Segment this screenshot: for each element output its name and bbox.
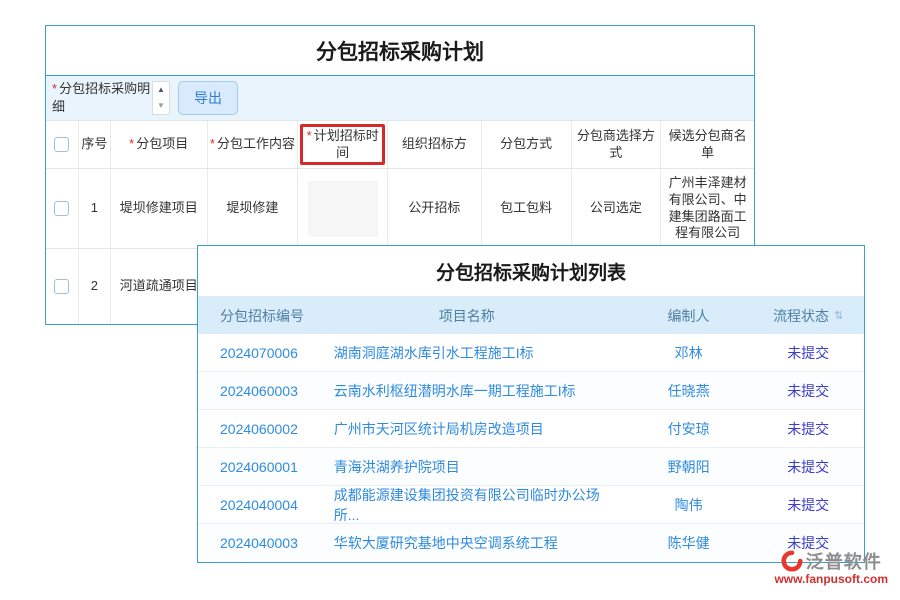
bid-code-link[interactable]: 2024070006 bbox=[198, 334, 309, 371]
col-candidates: 候选分包商名单 bbox=[661, 121, 754, 168]
plan-bid-time-input[interactable] bbox=[308, 181, 378, 237]
watermark-logo: 泛普软件 bbox=[781, 548, 882, 574]
author-text: 邓林 bbox=[625, 334, 753, 371]
project-name-link[interactable]: 华软大厦研究基地中央空调系统工程 bbox=[309, 524, 625, 562]
selection-method-cell: 公司选定 bbox=[572, 169, 662, 248]
author-text: 野朝阳 bbox=[625, 448, 753, 485]
toolbar: *分包招标采购明细 ▲ ▼ 导出 bbox=[46, 76, 754, 121]
project-name-link[interactable]: 云南水利枢纽潜明水库一期工程施工I标 bbox=[309, 372, 625, 409]
collapse-spinner: ▲ ▼ bbox=[152, 81, 170, 115]
col-subcontract-method: 分包方式 bbox=[482, 121, 572, 168]
list-table-header: 分包招标编号 项目名称 编制人 流程状态⇅ bbox=[198, 297, 864, 334]
seq-cell: 2 bbox=[79, 249, 111, 324]
col-seq: 序号 bbox=[79, 121, 111, 168]
list-row[interactable]: 2024060003 云南水利枢纽潜明水库一期工程施工I标 任晓燕 未提交 bbox=[198, 372, 864, 410]
seq-cell: 1 bbox=[79, 169, 111, 248]
author-text: 付安琼 bbox=[625, 410, 753, 447]
col-status: 流程状态⇅ bbox=[752, 297, 864, 334]
bid-code-link[interactable]: 2024060003 bbox=[198, 372, 309, 409]
highlight-box: *计划招标时间 bbox=[300, 124, 385, 165]
list-row[interactable]: 2024040003 华软大厦研究基地中央空调系统工程 陈华健 未提交 bbox=[198, 524, 864, 562]
header-checkbox-cell bbox=[46, 121, 79, 168]
status-badge: 未提交 bbox=[752, 334, 864, 371]
list-rows: 2024070006 湖南洞庭湖水库引水工程施工I标 邓林 未提交 202406… bbox=[198, 334, 864, 562]
project-name-link[interactable]: 湖南洞庭湖水库引水工程施工I标 bbox=[309, 334, 625, 371]
chevron-down-icon[interactable]: ▼ bbox=[157, 102, 165, 110]
col-project-name: 项目名称 bbox=[309, 297, 625, 334]
list-row[interactable]: 2024060001 青海洪湖养护院项目 野朝阳 未提交 bbox=[198, 448, 864, 486]
status-badge: 未提交 bbox=[752, 448, 864, 485]
row-checkbox-cell bbox=[46, 249, 79, 324]
list-title: 分包招标采购计划列表 bbox=[198, 246, 864, 297]
export-button[interactable]: 导出 bbox=[178, 81, 238, 115]
watermark-brand: 泛普软件 bbox=[806, 548, 882, 574]
col-work-content: *分包工作内容 bbox=[208, 121, 299, 168]
required-mark: * bbox=[52, 81, 57, 96]
status-badge: 未提交 bbox=[752, 410, 864, 447]
list-row[interactable]: 2024040004 成都能源建设集团投资有限公司临时办公场所... 陶伟 未提… bbox=[198, 486, 864, 524]
project-name-link[interactable]: 成都能源建设集团投资有限公司临时办公场所... bbox=[309, 486, 625, 523]
page: 分包招标采购计划 *分包招标采购明细 ▲ ▼ 导出 序号 *分包项目 *分包工作… bbox=[0, 0, 900, 600]
field-label-text: 分包招标采购明细 bbox=[52, 81, 150, 114]
table-row: 1 堤坝修建项目 堤坝修建 公开招标 包工包料 公司选定 广州丰泽建材有限公司、… bbox=[46, 169, 754, 249]
chevron-up-icon[interactable]: ▲ bbox=[157, 86, 165, 94]
subcontract-method-cell: 包工包料 bbox=[482, 169, 572, 248]
watermark-url: www.fanpusoft.com bbox=[774, 572, 888, 586]
col-project: *分包项目 bbox=[111, 121, 208, 168]
row-checkbox[interactable] bbox=[54, 279, 69, 294]
row-checkbox-cell bbox=[46, 169, 79, 248]
detail-table-header: 序号 *分包项目 *分包工作内容 *计划招标时间 组织招标方 分包方式 分包商选… bbox=[46, 121, 754, 169]
author-text: 任晓燕 bbox=[625, 372, 753, 409]
row-checkbox[interactable] bbox=[54, 201, 69, 216]
col-author: 编制人 bbox=[625, 297, 753, 334]
sort-icon[interactable]: ⇅ bbox=[834, 309, 843, 322]
bid-code-link[interactable]: 2024040004 bbox=[198, 486, 309, 523]
project-cell: 堤坝修建项目 bbox=[111, 169, 208, 248]
work-content-cell: 堤坝修建 bbox=[208, 169, 299, 248]
plan-bid-time-cell bbox=[298, 169, 388, 248]
project-name-link[interactable]: 青海洪湖养护院项目 bbox=[309, 448, 625, 485]
detail-field-label: *分包招标采购明细 bbox=[52, 80, 152, 115]
col-organizer: 组织招标方 bbox=[388, 121, 482, 168]
list-row[interactable]: 2024070006 湖南洞庭湖水库引水工程施工I标 邓林 未提交 bbox=[198, 334, 864, 372]
author-text: 陶伟 bbox=[625, 486, 753, 523]
project-cell: 河道疏通项目 bbox=[111, 249, 208, 324]
author-text: 陈华健 bbox=[625, 524, 753, 562]
status-badge: 未提交 bbox=[752, 372, 864, 409]
project-name-link[interactable]: 广州市天河区统计局机房改造项目 bbox=[309, 410, 625, 447]
bid-code-link[interactable]: 2024040003 bbox=[198, 524, 309, 562]
status-badge: 未提交 bbox=[752, 486, 864, 523]
col-bid-code: 分包招标编号 bbox=[198, 297, 309, 334]
page-title: 分包招标采购计划 bbox=[46, 26, 754, 76]
organizer-cell: 公开招标 bbox=[388, 169, 482, 248]
fanpu-logo-icon bbox=[781, 550, 803, 572]
watermark: 泛普软件 www.fanpusoft.com bbox=[774, 548, 888, 586]
bid-code-link[interactable]: 2024060002 bbox=[198, 410, 309, 447]
select-all-checkbox[interactable] bbox=[54, 137, 69, 152]
list-row[interactable]: 2024060002 广州市天河区统计局机房改造项目 付安琼 未提交 bbox=[198, 410, 864, 448]
col-plan-bid-time: *计划招标时间 bbox=[298, 121, 388, 168]
candidates-cell: 广州丰泽建材有限公司、中建集团路面工程有限公司 bbox=[661, 169, 754, 248]
bid-code-link[interactable]: 2024060001 bbox=[198, 448, 309, 485]
col-selection-method: 分包商选择方式 bbox=[572, 121, 662, 168]
list-panel: 分包招标采购计划列表 分包招标编号 项目名称 编制人 流程状态⇅ 2024070… bbox=[197, 245, 865, 563]
